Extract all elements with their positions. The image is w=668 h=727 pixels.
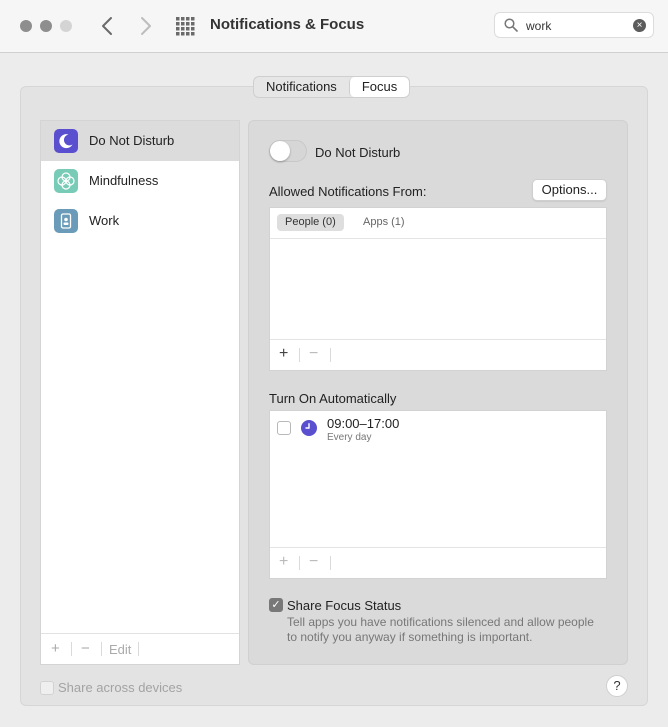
schedule-checkbox[interactable] — [277, 421, 291, 435]
focus-item-work[interactable]: Work — [41, 201, 239, 241]
allowed-notifications-heading: Allowed Notifications From: — [269, 184, 427, 199]
divider — [330, 348, 331, 362]
window-title: Notifications & Focus — [210, 16, 365, 33]
search-icon — [504, 18, 518, 32]
tab-focus[interactable]: Focus — [348, 77, 410, 97]
schedule-time[interactable]: 09:00–17:00 — [327, 416, 399, 431]
toggle-label: Do Not Disturb — [315, 145, 401, 160]
search-input[interactable]: work — [526, 19, 551, 33]
focus-item-do-not-disturb[interactable]: Do Not Disturb — [41, 121, 239, 161]
divider — [101, 642, 102, 656]
divider — [299, 348, 300, 362]
chevron-left-icon — [102, 17, 112, 35]
minimize-window-button[interactable] — [40, 20, 52, 32]
grid-icon — [176, 17, 195, 36]
help-button[interactable]: ? — [606, 675, 628, 697]
back-button[interactable] — [96, 14, 120, 38]
add-focus-button[interactable]: + — [51, 640, 60, 657]
share-focus-status-description: Tell apps you have notifications silence… — [287, 615, 594, 644]
divider — [138, 642, 139, 656]
clear-search-icon[interactable]: × — [633, 19, 646, 32]
tab-notifications[interactable]: Notifications — [254, 77, 349, 97]
divider — [330, 556, 331, 570]
close-window-button[interactable] — [20, 20, 32, 32]
chevron-right-icon — [141, 17, 151, 35]
focus-item-label: Mindfulness — [89, 173, 159, 188]
tab-bar: Notifications Focus — [253, 76, 411, 98]
forward-button[interactable] — [133, 14, 157, 38]
options-button[interactable]: Options... — [532, 179, 607, 201]
divider — [299, 556, 300, 570]
remove-focus-button[interactable]: − — [81, 640, 90, 657]
remove-allowed-button[interactable]: − — [309, 345, 318, 363]
add-schedule-button[interactable]: + — [279, 553, 288, 571]
allowed-list: People (0) Apps (1) + − — [269, 207, 607, 371]
add-allowed-button[interactable]: + — [279, 345, 288, 363]
share-focus-status-checkbox[interactable]: ✓ — [269, 598, 283, 612]
remove-schedule-button[interactable]: − — [309, 553, 318, 571]
show-all-button[interactable] — [175, 16, 195, 36]
title-bar: Notifications & Focus work × — [0, 0, 668, 53]
share-across-devices-label: Share across devices — [58, 680, 183, 695]
schedule-list: 09:00–17:00 Every day + − — [269, 410, 607, 579]
schedule-days: Every day — [327, 432, 372, 443]
search-field[interactable]: work × — [494, 12, 654, 38]
focus-item-label: Do Not Disturb — [89, 133, 175, 148]
turn-on-automatically-heading: Turn On Automatically — [269, 391, 397, 406]
badge-icon — [54, 209, 78, 233]
focus-item-mindfulness[interactable]: Mindfulness — [41, 161, 239, 201]
toggle-knob — [270, 141, 290, 161]
do-not-disturb-toggle[interactable] — [269, 140, 307, 162]
tab-people[interactable]: People (0) — [277, 214, 344, 231]
moon-icon — [54, 129, 78, 153]
divider — [71, 642, 72, 656]
tab-apps[interactable]: Apps (1) — [355, 214, 413, 231]
focus-list: Do Not Disturb Mindfulness Work + − Edit — [40, 120, 240, 665]
focus-list-footer: + − Edit — [41, 633, 239, 664]
share-focus-status-label: Share Focus Status — [287, 598, 402, 613]
clock-icon — [301, 420, 317, 436]
focus-item-label: Work — [89, 213, 120, 228]
schedule-list-footer: + − — [270, 547, 606, 578]
allowed-list-footer: + − — [270, 339, 606, 370]
zoom-window-button[interactable] — [60, 20, 72, 32]
share-across-devices-checkbox[interactable] — [40, 681, 54, 695]
allowed-tabs: People (0) Apps (1) — [270, 208, 606, 239]
flower-icon — [54, 169, 78, 193]
edit-focus-button[interactable]: Edit — [109, 642, 131, 657]
